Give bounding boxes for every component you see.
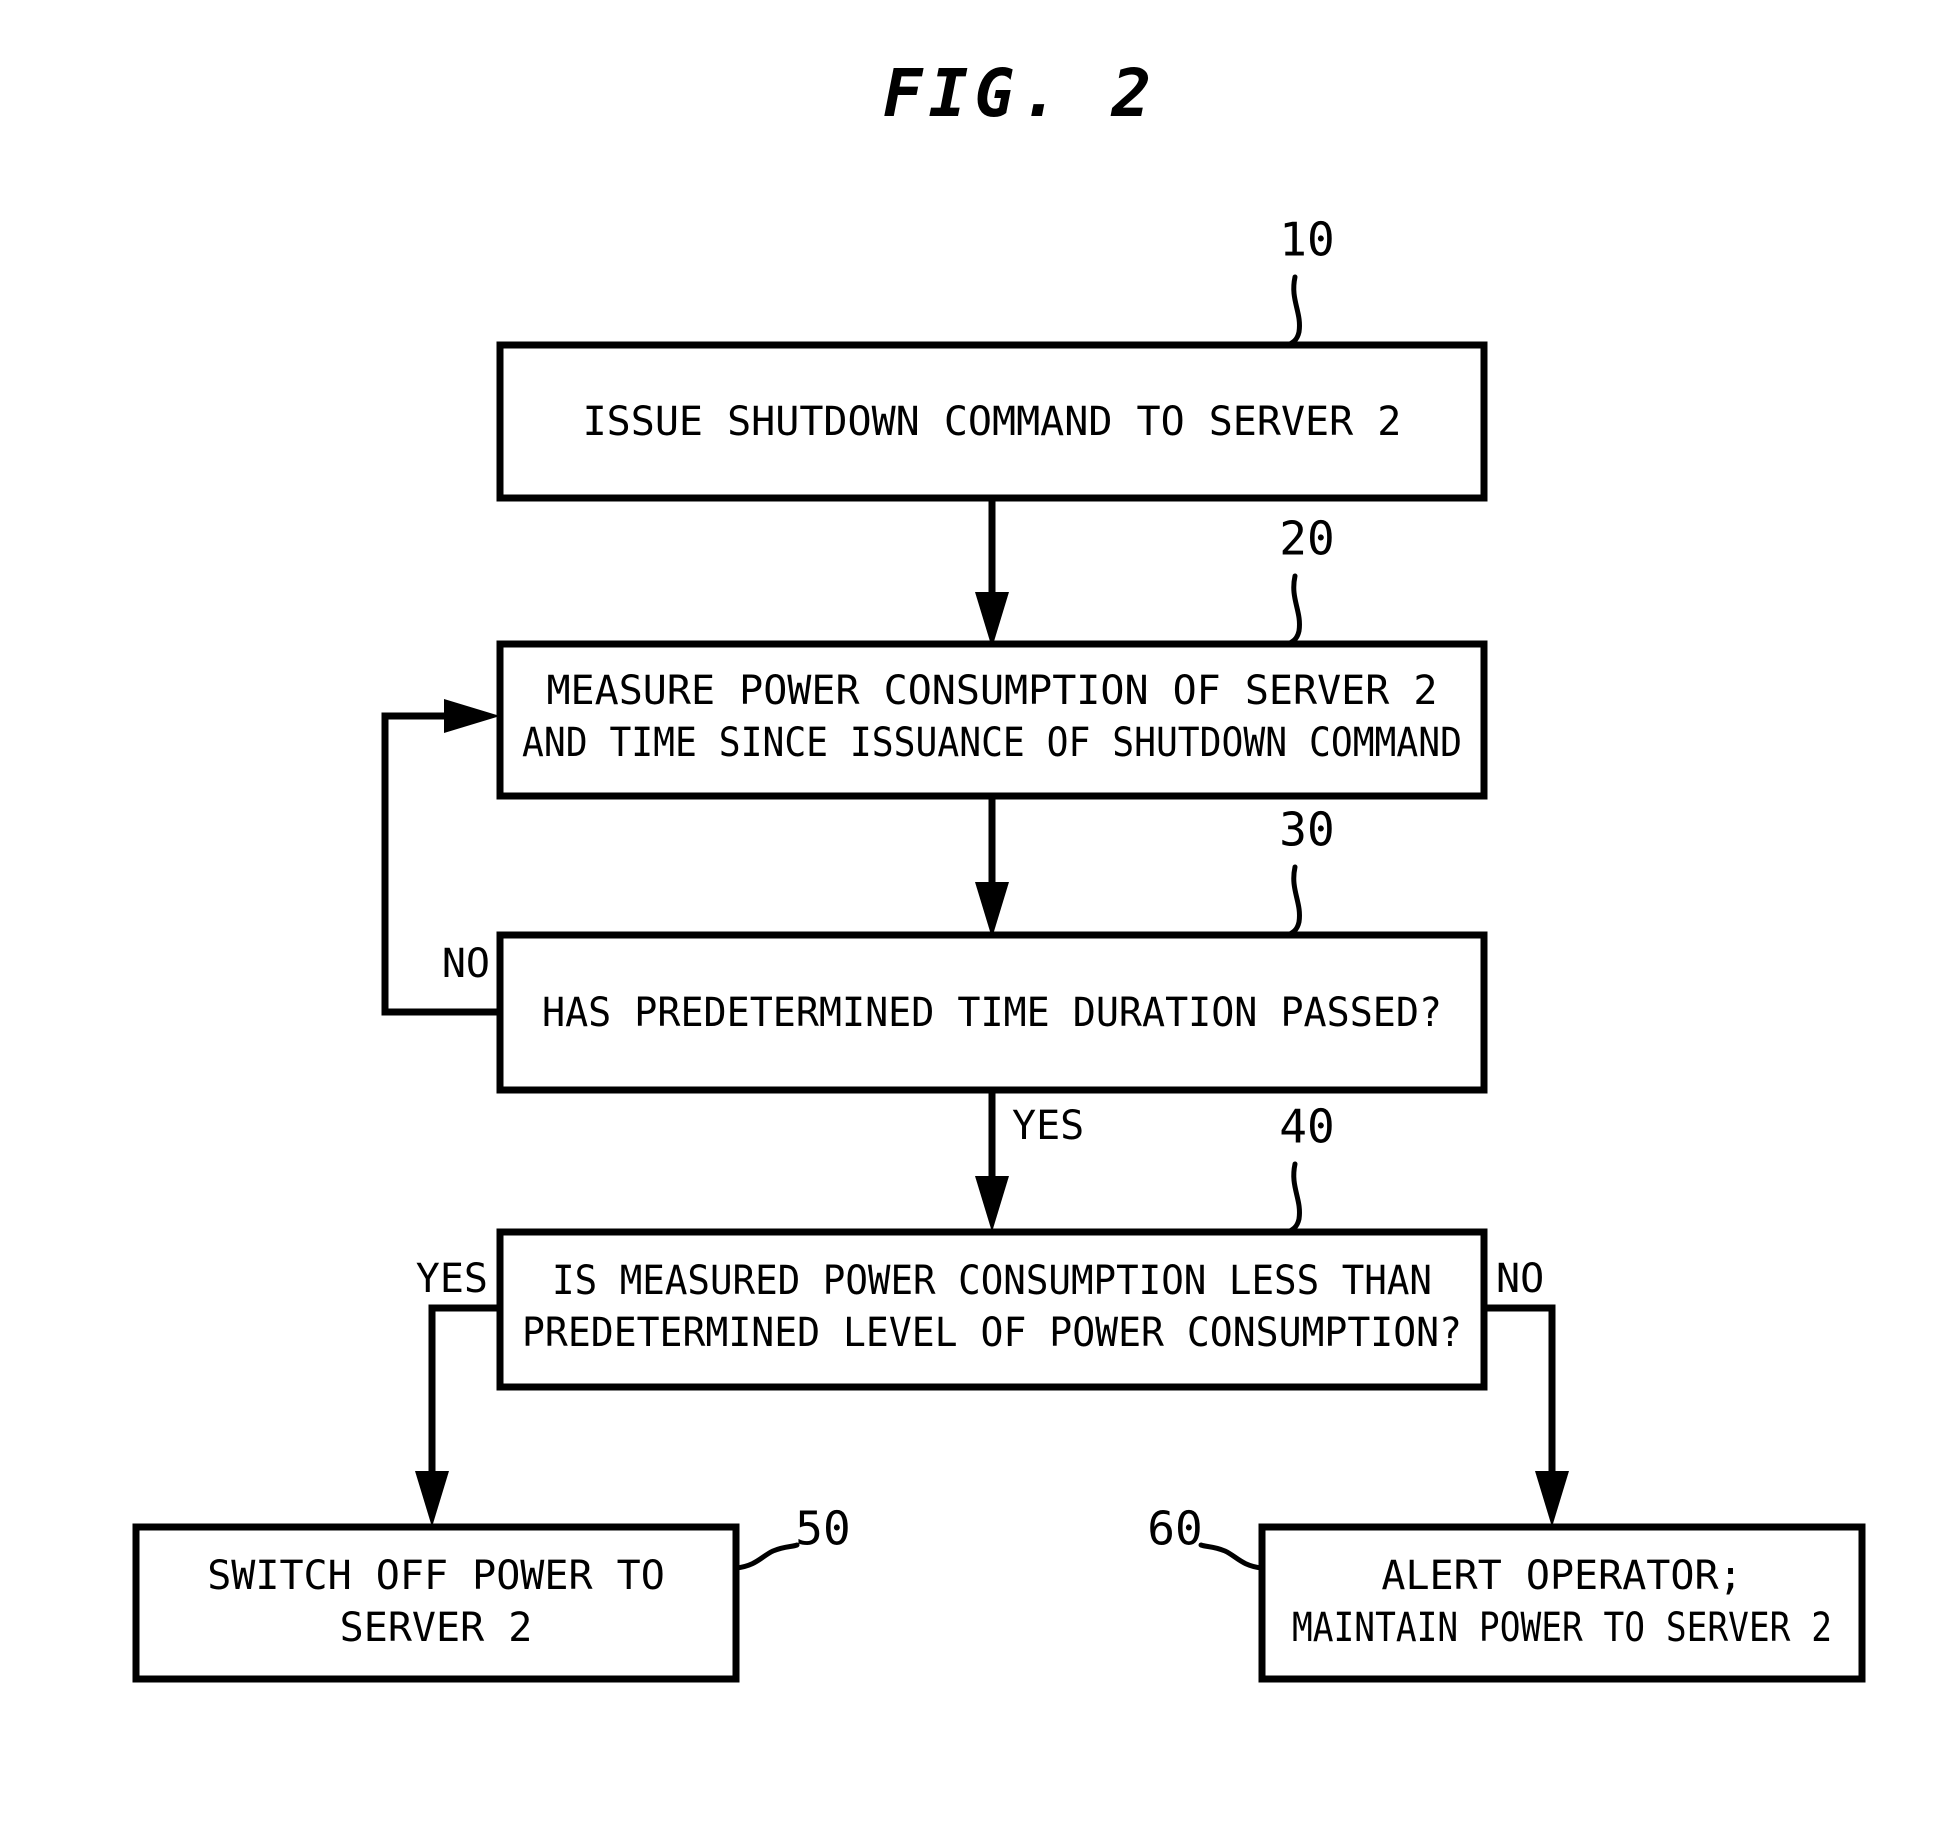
node-text-issue-shutdown-command: ISSUE SHUTDOWN COMMAND TO SERVER 2 xyxy=(583,399,1402,445)
node-text-measure-power-and-time-line-2: AND TIME SINCE ISSUANCE OF SHUTDOWN COMM… xyxy=(522,720,1462,766)
leader-line-ref-20 xyxy=(1285,573,1302,647)
ref-number-30: 30 xyxy=(1279,803,1334,857)
node-text-switch-off-power-line-1: SWITCH OFF POWER TO xyxy=(207,1553,665,1599)
node-text-power-level-decision-line-2: PREDETERMINED LEVEL OF POWER CONSUMPTION… xyxy=(522,1310,1462,1356)
arrowhead-10-to-20 xyxy=(975,592,1009,648)
flowchart-diagram: FIG. 2 ISSUE SHUTDOWN COMMAND TO SERVER … xyxy=(132,55,1866,1683)
arrowhead-no-to-60 xyxy=(1535,1471,1569,1527)
node-text-alert-operator-line-1: ALERT OPERATOR; xyxy=(1381,1553,1742,1599)
patent-figure-canvas: FIG. 2 ISSUE SHUTDOWN COMMAND TO SERVER … xyxy=(0,0,1945,1824)
branch-label-power-yes: YES xyxy=(416,1256,488,1302)
branch-label-no-loop: NO xyxy=(442,941,490,987)
branch-label-power-no: NO xyxy=(1496,1256,1544,1302)
figure-title: FIG. 2 xyxy=(883,55,1157,132)
ref-number-40: 40 xyxy=(1279,1100,1334,1154)
leader-line-ref-10 xyxy=(1285,274,1302,348)
ref-number-20: 20 xyxy=(1279,512,1334,566)
node-text-switch-off-power-line-2: SERVER 2 xyxy=(340,1605,533,1651)
leader-line-ref-40 xyxy=(1285,1161,1302,1235)
connector-40-no-to-60 xyxy=(1484,1304,1556,1494)
connector-40-yes-to-50 xyxy=(428,1304,500,1494)
node-text-measure-power-and-time-line-1: MEASURE POWER CONSUMPTION OF SERVER 2 xyxy=(546,668,1437,714)
node-box-switch-off-power xyxy=(132,1523,740,1683)
arrowhead-20-to-30 xyxy=(975,882,1009,938)
branch-label-time-yes: YES xyxy=(1012,1103,1084,1149)
ref-number-60: 60 xyxy=(1147,1502,1202,1556)
ref-number-10: 10 xyxy=(1279,213,1334,267)
arrowhead-yes-to-50 xyxy=(415,1471,449,1527)
arrowhead-no-loop-to-20 xyxy=(444,699,500,733)
node-box-alert-operator xyxy=(1258,1523,1866,1683)
arrowhead-30-to-40 xyxy=(975,1176,1009,1232)
leader-line-ref-50 xyxy=(733,1542,800,1571)
node-text-alert-operator-line-2: MAINTAIN POWER TO SERVER 2 xyxy=(1292,1605,1832,1651)
leader-line-ref-30 xyxy=(1285,864,1302,938)
leader-line-ref-60 xyxy=(1198,1542,1265,1571)
node-text-power-level-decision-line-1: IS MEASURED POWER CONSUMPTION LESS THAN xyxy=(552,1258,1432,1304)
ref-number-50: 50 xyxy=(795,1502,850,1556)
node-text-time-duration-decision: HAS PREDETERMINED TIME DURATION PASSED? xyxy=(542,990,1442,1036)
